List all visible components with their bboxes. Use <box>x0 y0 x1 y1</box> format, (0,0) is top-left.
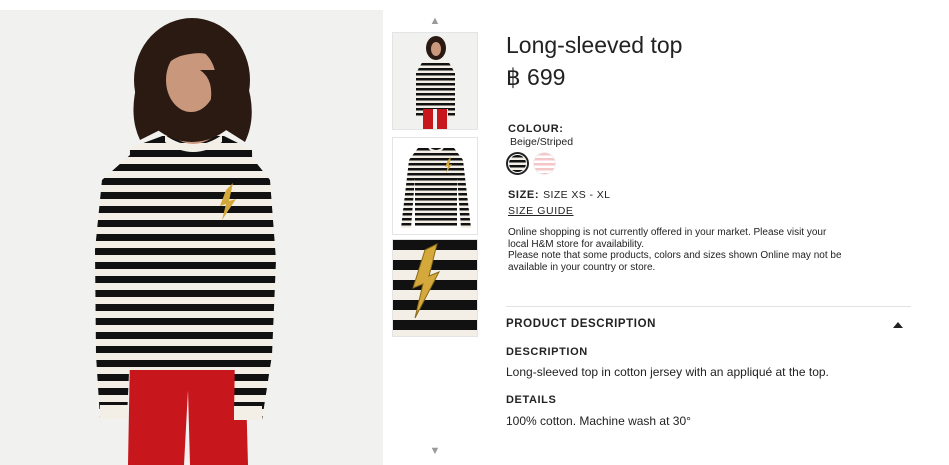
product-price: ฿ 699 <box>506 64 566 90</box>
size-guide-link[interactable]: SIZE GUIDE <box>508 205 574 217</box>
details-text: 100% cotton. Machine wash at 30° <box>506 414 691 428</box>
main-product-image[interactable] <box>0 10 383 465</box>
colour-label: COLOUR: <box>508 123 564 135</box>
thumbnail-patch-detail[interactable] <box>392 239 478 337</box>
thumbnail-patch-detail-image <box>393 240 477 336</box>
thumbnail-model[interactable] <box>392 32 478 130</box>
caret-up-icon <box>893 322 903 328</box>
description-label: DESCRIPTION <box>506 346 588 358</box>
colour-value: Beige/Striped <box>510 136 574 148</box>
description-text: Long-sleeved top in cotton jersey with a… <box>506 365 829 379</box>
notice-line-1: Online shopping is not currently offered… <box>508 227 827 250</box>
colour-swatches <box>506 152 556 176</box>
details-label: DETAILS <box>506 394 557 406</box>
product-title: Long-sleeved top <box>506 32 683 58</box>
thumbnail-gallery: ▲ ▼ <box>392 10 478 465</box>
product-description-toggle[interactable]: PRODUCT DESCRIPTION <box>506 317 911 333</box>
model-photo <box>0 10 383 465</box>
thumbnail-flat-lay[interactable] <box>392 137 478 235</box>
swatch-pink-striped[interactable] <box>533 152 556 175</box>
size-row: SIZE: SIZE XS - XL <box>508 189 610 201</box>
availability-notice: Online shopping is not currently offered… <box>508 227 848 273</box>
scroll-up-arrow-icon[interactable]: ▲ <box>392 14 478 28</box>
size-label: SIZE: <box>508 189 540 201</box>
notice-line-2: Please note that some products, colors a… <box>508 250 842 273</box>
product-description-header: PRODUCT DESCRIPTION <box>506 318 657 330</box>
size-value: SIZE XS - XL <box>543 189 611 201</box>
scroll-down-arrow-icon[interactable]: ▼ <box>392 444 478 458</box>
thumbnail-model-image <box>393 33 477 129</box>
swatch-beige-striped[interactable] <box>506 152 529 175</box>
thumbnail-flat-lay-image <box>393 138 477 234</box>
divider <box>506 306 911 307</box>
